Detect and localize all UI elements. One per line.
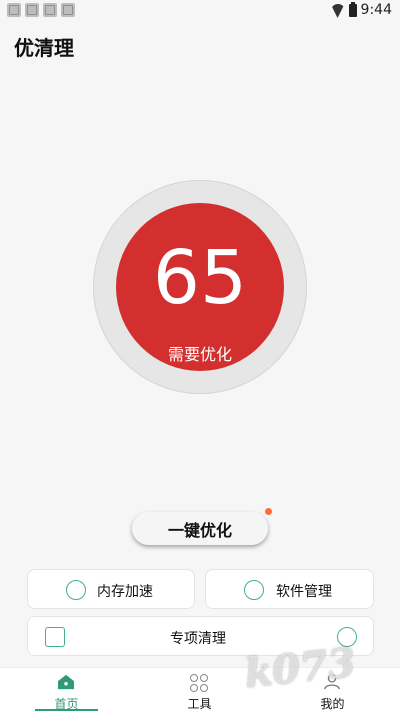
gallery-icon bbox=[45, 627, 65, 647]
app-bar: 优清理 bbox=[0, 22, 400, 66]
one-click-optimize-button[interactable]: 一键优化 bbox=[132, 508, 272, 545]
tab-tools-label: 工具 bbox=[187, 697, 212, 711]
score-circle: 65 需要优化 bbox=[94, 181, 306, 393]
score-core: 65 需要优化 bbox=[116, 203, 284, 371]
notification-icon bbox=[61, 3, 75, 17]
score-value: 65 bbox=[152, 235, 248, 321]
status-time: 9:44 bbox=[360, 2, 392, 18]
notification-icon bbox=[25, 3, 39, 17]
notification-icon bbox=[7, 3, 21, 17]
one-click-optimize-label: 一键优化 bbox=[167, 520, 232, 540]
wifi-icon bbox=[331, 4, 345, 16]
page-title: 优清理 bbox=[14, 36, 74, 60]
tools-icon bbox=[190, 674, 208, 692]
software-manager-label: 软件管理 bbox=[276, 584, 332, 600]
memory-boost-label: 内存加速 bbox=[97, 584, 153, 600]
home-icon bbox=[58, 674, 74, 690]
score-status-label: 需要优化 bbox=[167, 345, 232, 364]
app-manager-icon bbox=[244, 580, 264, 600]
memory-boost-icon bbox=[66, 580, 86, 600]
battery-icon bbox=[348, 1, 357, 17]
software-manager-card[interactable]: 软件管理 bbox=[205, 569, 374, 609]
tab-home[interactable]: 首页 bbox=[0, 668, 133, 712]
notification-icon bbox=[43, 3, 57, 17]
status-right: 9:44 bbox=[331, 1, 392, 18]
status-left-icons bbox=[7, 3, 75, 17]
status-bar: 9:44 bbox=[0, 0, 400, 22]
memory-boost-card[interactable]: 内存加速 bbox=[27, 569, 195, 609]
special-clean-label: 专项清理 bbox=[170, 631, 226, 647]
notification-dot-icon bbox=[265, 508, 272, 515]
